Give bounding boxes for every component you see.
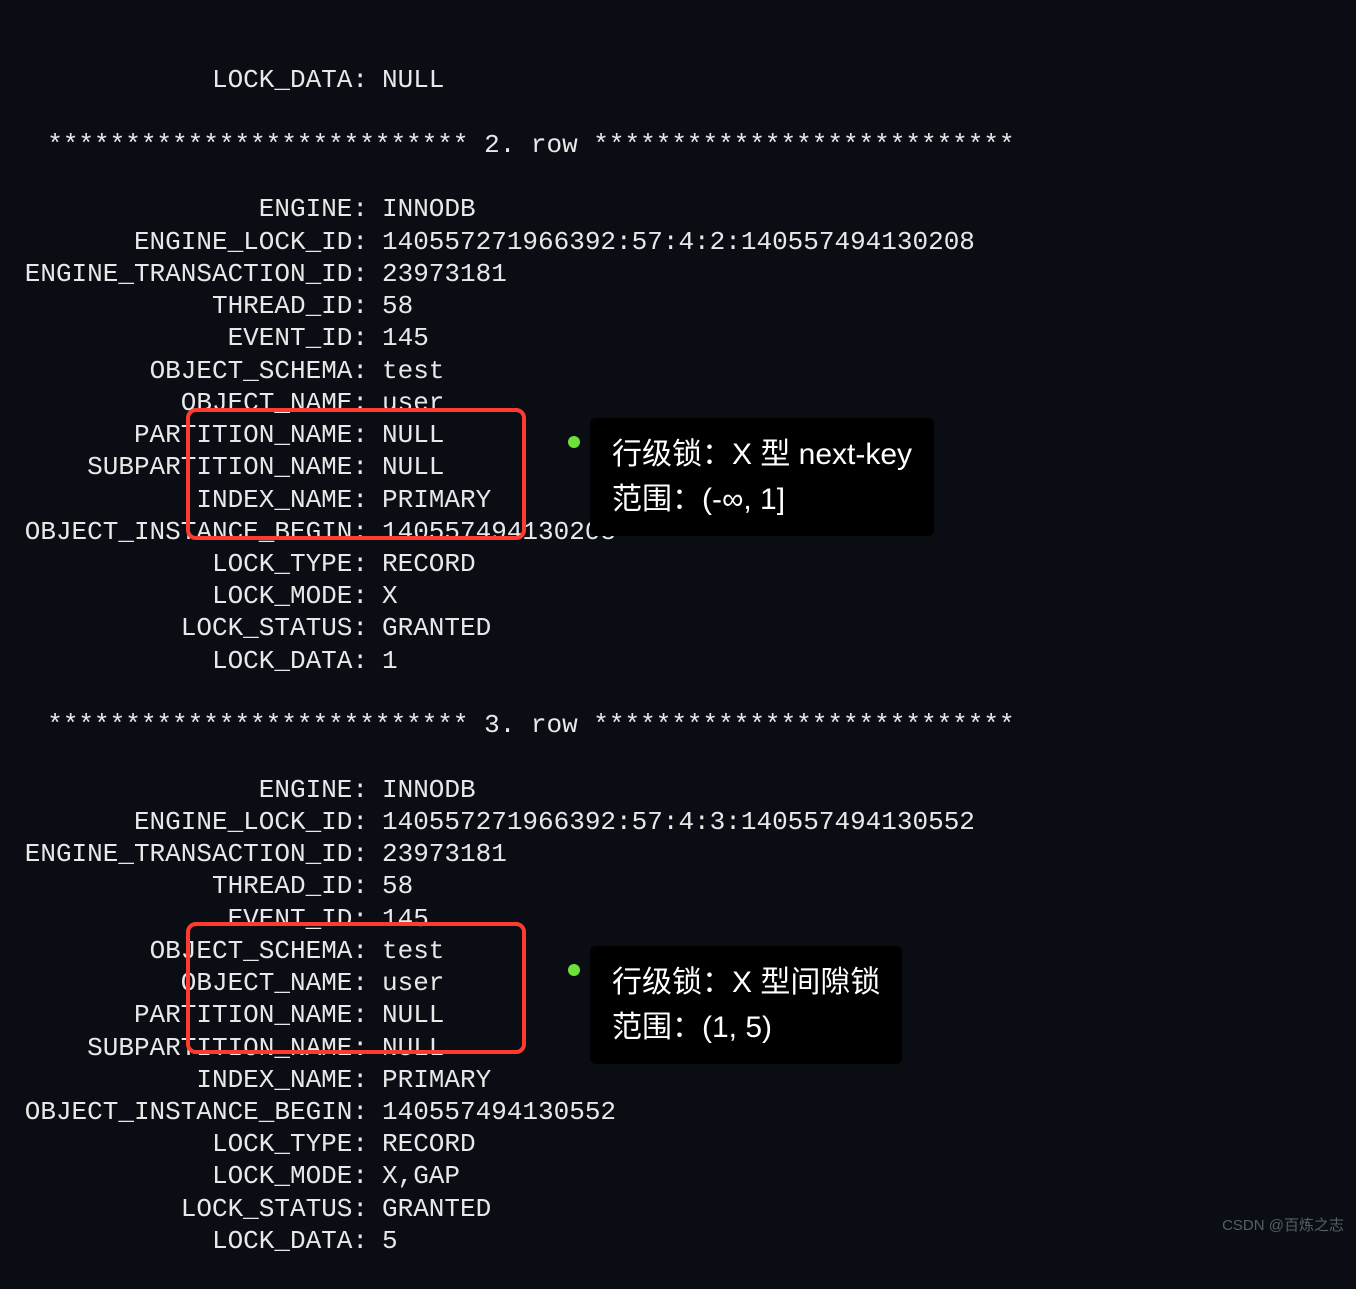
kv-row: THREAD_ID:58: [16, 290, 1340, 322]
kv-row: ENGINE_TRANSACTION_ID:23973181: [16, 838, 1340, 870]
kv-row: LOCK_STATUS:GRANTED: [16, 612, 1340, 644]
kv-row: INDEX_NAME:PRIMARY: [16, 1064, 1340, 1096]
field-key: INDEX_NAME:: [16, 484, 368, 516]
field-val: INNODB: [368, 774, 476, 806]
field-val: NULL: [368, 419, 444, 451]
annotation-nextkey-lock: 行级锁：X 型 next-key 范围：(-∞, 1]: [590, 418, 934, 536]
field-key: ENGINE:: [16, 774, 368, 806]
kv-row: EVENT_ID:145: [16, 903, 1340, 935]
annotation-line: 范围：(-∞, 1]: [612, 477, 912, 522]
kv-row: LOCK_STATUS:GRANTED: [16, 1193, 1340, 1225]
field-val: NULL: [368, 999, 444, 1031]
kv-row: LOCK_TYPE:RECORD: [16, 548, 1340, 580]
field-key: OBJECT_INSTANCE_BEGIN:: [16, 516, 368, 548]
field-key: ENGINE_TRANSACTION_ID:: [16, 838, 368, 870]
annotation-line: 范围：(1, 5): [612, 1005, 880, 1050]
field-key: THREAD_ID:: [16, 870, 368, 902]
field-val: GRANTED: [368, 1193, 491, 1225]
field-key: LOCK_DATA:: [16, 645, 368, 677]
field-val: 23973181: [368, 258, 507, 290]
field-key: OBJECT_SCHEMA:: [16, 355, 368, 387]
annotation-dot-icon: [568, 436, 580, 448]
field-key: ENGINE_TRANSACTION_ID:: [16, 258, 368, 290]
field-key: PARTITION_NAME:: [16, 419, 368, 451]
field-key: ENGINE_LOCK_ID:: [16, 806, 368, 838]
field-key: LOCK_DATA:: [16, 64, 368, 96]
field-val: test: [368, 935, 444, 967]
field-val: INNODB: [368, 193, 476, 225]
field-val: 58: [368, 870, 413, 902]
field-key: LOCK_TYPE:: [16, 1128, 368, 1160]
field-key: OBJECT_NAME:: [16, 387, 368, 419]
field-val: 23973181: [368, 838, 507, 870]
kv-row: OBJECT_SCHEMA:test: [16, 355, 1340, 387]
field-val: 5: [368, 1225, 398, 1257]
kv-row: ENGINE_TRANSACTION_ID:23973181: [16, 258, 1340, 290]
kv-row: LOCK_TYPE:RECORD: [16, 1128, 1340, 1160]
annotation-gap-lock: 行级锁：X 型间隙锁 范围：(1, 5): [590, 946, 902, 1064]
field-val: PRIMARY: [368, 484, 491, 516]
field-key: PARTITION_NAME:: [16, 999, 368, 1031]
field-val: 145: [368, 322, 429, 354]
field-val: PRIMARY: [368, 1064, 491, 1096]
kv-row: ENGINE:INNODB: [16, 193, 1340, 225]
field-key: LOCK_DATA:: [16, 1225, 368, 1257]
field-val: 140557494130208: [368, 516, 616, 548]
field-key: INDEX_NAME:: [16, 1064, 368, 1096]
field-key: LOCK_STATUS:: [16, 612, 368, 644]
field-val: X,GAP: [368, 1160, 460, 1192]
field-val: 140557494130552: [368, 1096, 616, 1128]
field-key: LOCK_MODE:: [16, 580, 368, 612]
field-key: SUBPARTITION_NAME:: [16, 451, 368, 483]
field-key: ENGINE:: [16, 193, 368, 225]
kv-row: ENGINE_LOCK_ID:140557271966392:57:4:3:14…: [16, 806, 1340, 838]
field-val: user: [368, 387, 444, 419]
row-separator-3: *************************** 3. row *****…: [47, 710, 1014, 740]
field-key: SUBPARTITION_NAME:: [16, 1032, 368, 1064]
field-key: LOCK_STATUS:: [16, 1193, 368, 1225]
field-key: LOCK_MODE:: [16, 1160, 368, 1192]
kv-row: EVENT_ID:145: [16, 322, 1340, 354]
field-key: OBJECT_INSTANCE_BEGIN:: [16, 1096, 368, 1128]
field-key: ENGINE_LOCK_ID:: [16, 226, 368, 258]
field-val: RECORD: [368, 548, 476, 580]
field-val: 140557271966392:57:4:2:140557494130208: [368, 226, 975, 258]
field-key: LOCK_TYPE:: [16, 548, 368, 580]
field-val: test: [368, 355, 444, 387]
field-val: 1: [368, 645, 398, 677]
field-val: 140557271966392:57:4:3:140557494130552: [368, 806, 975, 838]
kv-row: LOCK_DATA:5: [16, 1225, 1340, 1257]
field-val: X: [368, 580, 398, 612]
kv-row: OBJECT_NAME:user: [16, 387, 1340, 419]
watermark-text: CSDN @百炼之志: [1222, 1217, 1344, 1236]
field-val: 58: [368, 290, 413, 322]
kv-row: ENGINE:INNODB: [16, 774, 1340, 806]
terminal-output: LOCK_DATA:NULL *************************…: [0, 0, 1356, 1289]
field-val: GRANTED: [368, 612, 491, 644]
annotation-line: 行级锁：X 型 next-key: [612, 432, 912, 477]
field-val: NULL: [368, 1032, 444, 1064]
kv-row: LOCK_DATA:1: [16, 645, 1340, 677]
field-val: NULL: [368, 451, 444, 483]
field-key: OBJECT_NAME:: [16, 967, 368, 999]
field-key: EVENT_ID:: [16, 322, 368, 354]
kv-row: ENGINE_LOCK_ID:140557271966392:57:4:2:14…: [16, 226, 1340, 258]
row-separator-2: *************************** 2. row *****…: [47, 130, 1014, 160]
kv-row: THREAD_ID:58: [16, 870, 1340, 902]
kv-row: OBJECT_INSTANCE_BEGIN:140557494130552: [16, 1096, 1340, 1128]
field-key: THREAD_ID:: [16, 290, 368, 322]
field-val: NULL: [368, 64, 444, 96]
field-val: 145: [368, 903, 429, 935]
field-key: EVENT_ID:: [16, 903, 368, 935]
annotation-dot-icon: [568, 964, 580, 976]
field-val: RECORD: [368, 1128, 476, 1160]
annotation-line: 行级锁：X 型间隙锁: [612, 960, 880, 1005]
field-key: OBJECT_SCHEMA:: [16, 935, 368, 967]
kv-row: LOCK_DATA:NULL: [16, 64, 1340, 96]
field-val: user: [368, 967, 444, 999]
kv-row: LOCK_MODE:X,GAP: [16, 1160, 1340, 1192]
kv-row: LOCK_MODE:X: [16, 580, 1340, 612]
